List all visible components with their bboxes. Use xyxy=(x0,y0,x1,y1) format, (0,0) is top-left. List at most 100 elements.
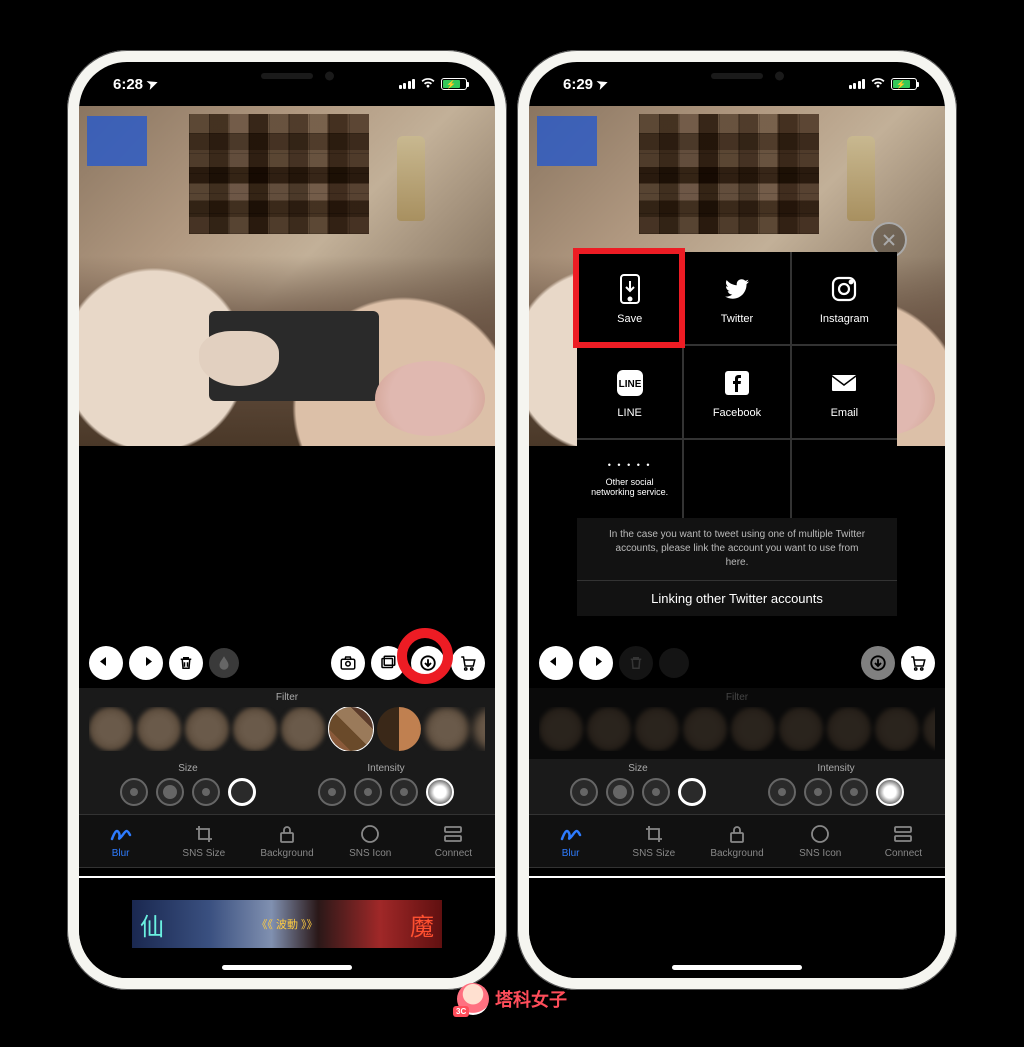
save-to-device-icon xyxy=(612,271,648,307)
tab-label: SNS Size xyxy=(182,848,225,859)
intensity-option[interactable] xyxy=(318,778,346,806)
share-label: Twitter xyxy=(721,313,753,325)
drop-button[interactable] xyxy=(659,648,689,678)
share-label: Email xyxy=(831,407,859,419)
share-facebook[interactable]: Facebook xyxy=(684,346,789,438)
filter-label: Filter xyxy=(539,692,935,703)
action-toolbar xyxy=(79,638,495,688)
share-email[interactable]: Email xyxy=(792,346,897,438)
intensity-option[interactable] xyxy=(354,778,382,806)
intensity-option-selected[interactable] xyxy=(426,778,454,806)
wifi-icon xyxy=(870,76,886,92)
size-option-selected[interactable] xyxy=(228,778,256,806)
download-button[interactable] xyxy=(861,646,895,680)
filter-thumb-active[interactable] xyxy=(329,707,373,751)
filter-thumb[interactable] xyxy=(281,707,325,751)
photo-canvas[interactable] xyxy=(79,106,495,446)
drop-button[interactable] xyxy=(209,648,239,678)
share-instagram[interactable]: Instagram xyxy=(792,252,897,344)
filter-list[interactable] xyxy=(89,707,485,751)
filter-thumb[interactable] xyxy=(185,707,229,751)
ad-banner[interactable]: 仙 《《 波動 》》 魔 xyxy=(132,900,442,948)
tab-background[interactable]: Background xyxy=(245,823,328,859)
home-indicator[interactable] xyxy=(672,965,802,970)
share-save[interactable]: Save xyxy=(577,252,682,344)
filter-thumb[interactable] xyxy=(473,707,485,751)
tab-label: Blur xyxy=(112,848,130,859)
tab-background[interactable]: Background xyxy=(695,823,778,859)
delete-button[interactable] xyxy=(619,646,653,680)
twitter-icon xyxy=(719,271,755,307)
mosaic-region xyxy=(189,114,369,234)
share-label: LINE xyxy=(617,407,641,419)
tab-sns-icon[interactable]: SNS Icon xyxy=(779,823,862,859)
filter-thumb[interactable] xyxy=(89,707,133,751)
size-option[interactable] xyxy=(192,778,220,806)
wifi-icon xyxy=(420,76,436,92)
delete-button[interactable] xyxy=(169,646,203,680)
status-time: 6:29 xyxy=(563,76,593,93)
watermark: 3C 塔科女子 xyxy=(457,983,567,1015)
share-other[interactable]: • • • • • Other social networking servic… xyxy=(577,440,682,518)
phone-left: 6:28 ➤ ⚡ xyxy=(67,50,507,990)
tab-sns-size[interactable]: SNS Size xyxy=(612,823,695,859)
filter-thumb[interactable] xyxy=(425,707,469,751)
redo-button[interactable] xyxy=(129,646,163,680)
download-button[interactable] xyxy=(411,646,445,680)
camera-button[interactable] xyxy=(331,646,365,680)
undo-button[interactable] xyxy=(539,646,573,680)
filter-thumb[interactable] xyxy=(377,707,421,751)
size-option[interactable] xyxy=(120,778,148,806)
intensity-selector[interactable] xyxy=(737,778,935,806)
shop-button[interactable] xyxy=(901,646,935,680)
notch xyxy=(202,62,372,90)
tab-blur[interactable]: Blur xyxy=(529,823,612,859)
share-note: In the case you want to tweet using one … xyxy=(577,518,897,580)
location-icon: ➤ xyxy=(595,75,611,94)
filter-thumb[interactable] xyxy=(233,707,277,751)
undo-button[interactable] xyxy=(89,646,123,680)
tab-sns-size[interactable]: SNS Size xyxy=(162,823,245,859)
share-line[interactable]: LINE LINE xyxy=(577,346,682,438)
email-icon xyxy=(826,365,862,401)
svg-text:LINE: LINE xyxy=(618,379,641,390)
instagram-icon xyxy=(826,271,862,307)
tab-connect[interactable]: Connect xyxy=(862,823,945,859)
size-selector[interactable] xyxy=(89,778,287,806)
scribble-icon xyxy=(110,823,132,845)
size-option[interactable] xyxy=(156,778,184,806)
stack-icon xyxy=(443,823,463,845)
shop-button[interactable] xyxy=(451,646,485,680)
intensity-selector[interactable] xyxy=(287,778,485,806)
share-label: Instagram xyxy=(820,313,869,325)
tab-label: Background xyxy=(260,848,313,859)
signal-icon xyxy=(399,79,416,89)
size-selector[interactable] xyxy=(539,778,737,806)
tab-sns-icon[interactable]: SNS Icon xyxy=(329,823,412,859)
home-indicator[interactable] xyxy=(222,965,352,970)
watermark-badge: 3C xyxy=(453,1006,469,1017)
tab-label: Connect xyxy=(435,848,472,859)
share-link-accounts[interactable]: Linking other Twitter accounts xyxy=(577,580,897,616)
filter-thumb[interactable] xyxy=(137,707,181,751)
ad-text: 《《 波動 》》 xyxy=(172,916,402,932)
battery-icon: ⚡ xyxy=(891,78,917,90)
redo-button[interactable] xyxy=(579,646,613,680)
mosaic-region xyxy=(639,114,819,234)
crop-icon xyxy=(194,823,214,845)
action-toolbar xyxy=(529,638,945,688)
share-twitter[interactable]: Twitter xyxy=(684,252,789,344)
tab-bar: Blur SNS Size Background SNS Icon Connec… xyxy=(529,814,945,868)
share-empty xyxy=(792,440,897,518)
intensity-option[interactable] xyxy=(390,778,418,806)
phone-right: 6:29 ➤ ⚡ xyxy=(517,50,957,990)
watermark-text: 塔科女子 xyxy=(495,986,567,1012)
tab-blur[interactable]: Blur xyxy=(79,823,162,859)
intensity-label: Intensity xyxy=(287,763,485,774)
share-label: Facebook xyxy=(713,407,761,419)
battery-icon: ⚡ xyxy=(441,78,467,90)
filter-label: Filter xyxy=(89,692,485,703)
gallery-button[interactable] xyxy=(371,646,405,680)
tab-connect[interactable]: Connect xyxy=(412,823,495,859)
tab-label: SNS Icon xyxy=(349,848,391,859)
